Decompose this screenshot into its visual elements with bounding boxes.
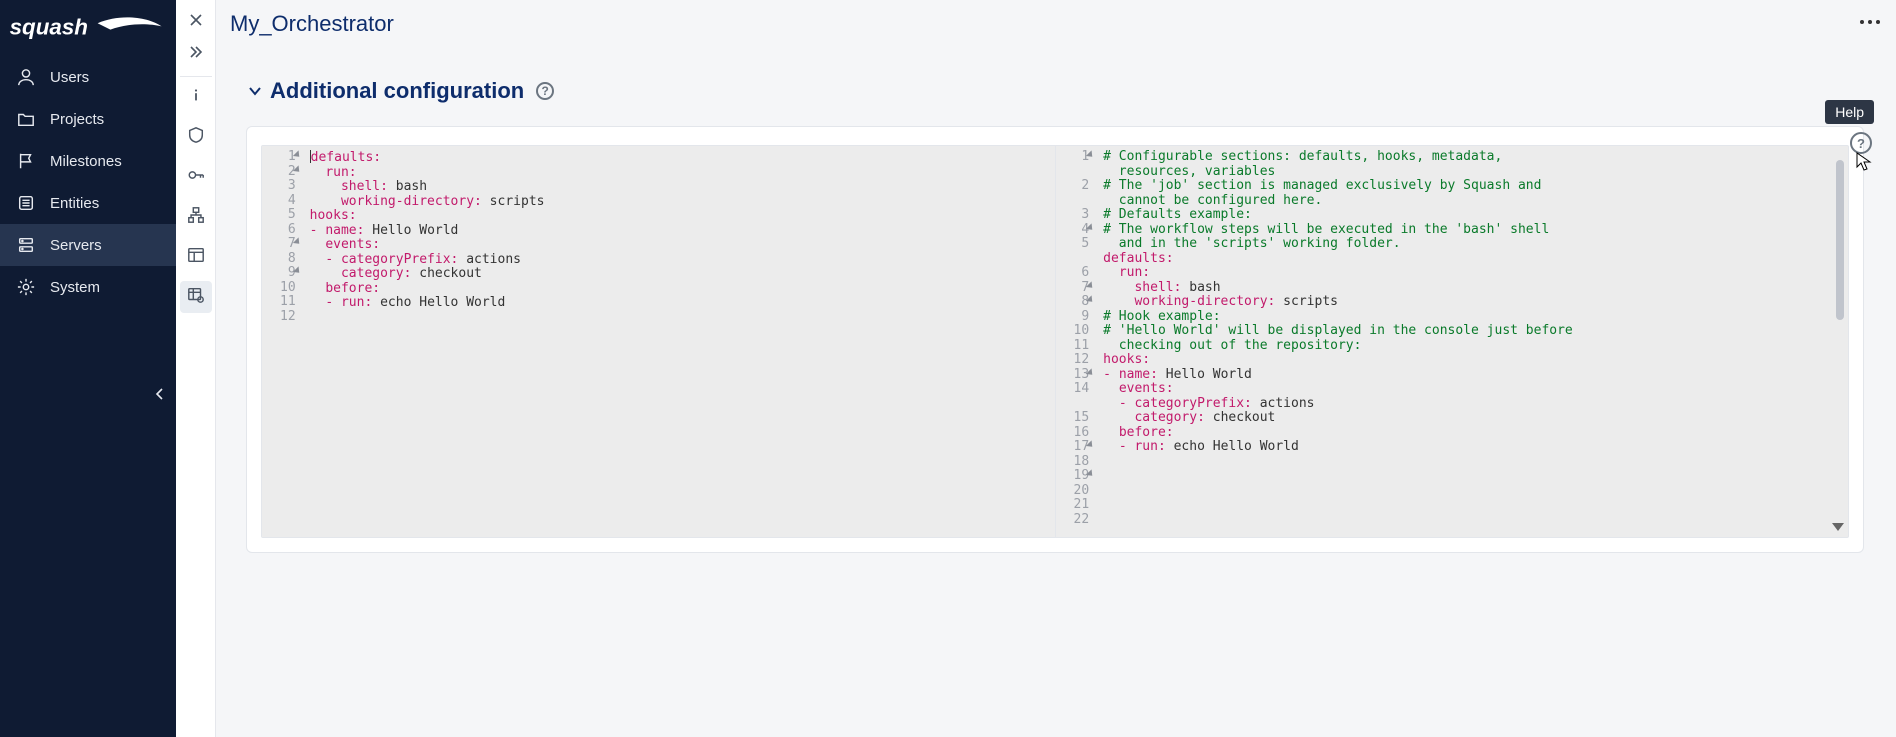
scrollbar-track[interactable] [1834, 160, 1846, 519]
nav-item-entities[interactable]: Entities [0, 182, 176, 224]
gear-icon [16, 277, 36, 297]
titlebar: My_Orchestrator [216, 0, 1896, 48]
more-menu[interactable] [1858, 11, 1882, 37]
main-content: My_Orchestrator Additional configuration… [216, 0, 1896, 737]
page-close[interactable] [182, 6, 210, 34]
page-title: My_Orchestrator [230, 11, 394, 37]
nav-item-label: Milestones [50, 153, 122, 170]
panel-expand[interactable] [182, 38, 210, 66]
section-title: Additional configuration [270, 78, 524, 104]
nav-item-users[interactable]: Users [0, 56, 176, 98]
subnav-workspace[interactable] [180, 241, 212, 273]
shield-icon [187, 126, 205, 149]
section-help-icon[interactable]: ? [536, 82, 554, 100]
nav-item-label: Entities [50, 195, 99, 212]
subnav-sitemap[interactable] [180, 201, 212, 233]
user-icon [16, 67, 36, 87]
secondary-nav [176, 0, 216, 737]
primary-nav: squash Users Projects Milestones Entities Se… [0, 0, 176, 737]
nav-item-label: Users [50, 69, 89, 86]
svg-text:squash: squash [10, 14, 88, 39]
list-icon [16, 193, 36, 213]
code-left[interactable]: defaults: run: shell: bash working-direc… [304, 146, 555, 537]
workspace-icon [187, 246, 205, 269]
sitemap-icon [187, 206, 205, 229]
subnav-key[interactable] [180, 161, 212, 193]
app-logo: squash [0, 0, 176, 56]
folder-icon [16, 109, 36, 129]
editor-pane-right[interactable]: 1 2 3 4 5 6 7 8 91011121314 151617181920… [1055, 146, 1849, 537]
nav-item-system[interactable]: System [0, 266, 176, 308]
key-icon [187, 166, 205, 189]
table-cog-icon [187, 286, 205, 309]
subnav-shield[interactable] [180, 121, 212, 153]
help-icon[interactable]: ? [1850, 132, 1872, 154]
scroll-down-arrow[interactable] [1832, 523, 1844, 531]
subnav-table-cog[interactable] [180, 281, 212, 313]
info-icon [187, 86, 205, 109]
gutter-right: 1 2 3 4 5 6 7 8 91011121314 151617181920… [1056, 146, 1098, 537]
server-icon [16, 235, 36, 255]
editor-pane-left[interactable]: 1 2 3 4 5 6 7 8 9101112 defaults: run: s… [262, 146, 1055, 537]
code-editor-container: 1 2 3 4 5 6 7 8 9101112 defaults: run: s… [246, 126, 1864, 553]
code-right[interactable]: # Configurable sections: defaults, hooks… [1097, 146, 1590, 537]
nav-item-milestones[interactable]: Milestones [0, 140, 176, 182]
nav-item-servers[interactable]: Servers [0, 224, 176, 266]
subnav-info[interactable] [180, 81, 212, 113]
gutter-left: 1 2 3 4 5 6 7 8 9101112 [262, 146, 304, 537]
divider [180, 76, 212, 77]
nav-item-label: Projects [50, 111, 104, 128]
section-header[interactable]: Additional configuration ? [216, 48, 1896, 116]
scrollbar-thumb[interactable] [1836, 160, 1844, 320]
nav-item-label: System [50, 279, 100, 296]
nav-collapse[interactable] [150, 384, 170, 404]
chevron-down-icon [248, 84, 262, 98]
nav-item-projects[interactable]: Projects [0, 98, 176, 140]
flag-icon [16, 151, 36, 171]
nav-item-label: Servers [50, 237, 102, 254]
